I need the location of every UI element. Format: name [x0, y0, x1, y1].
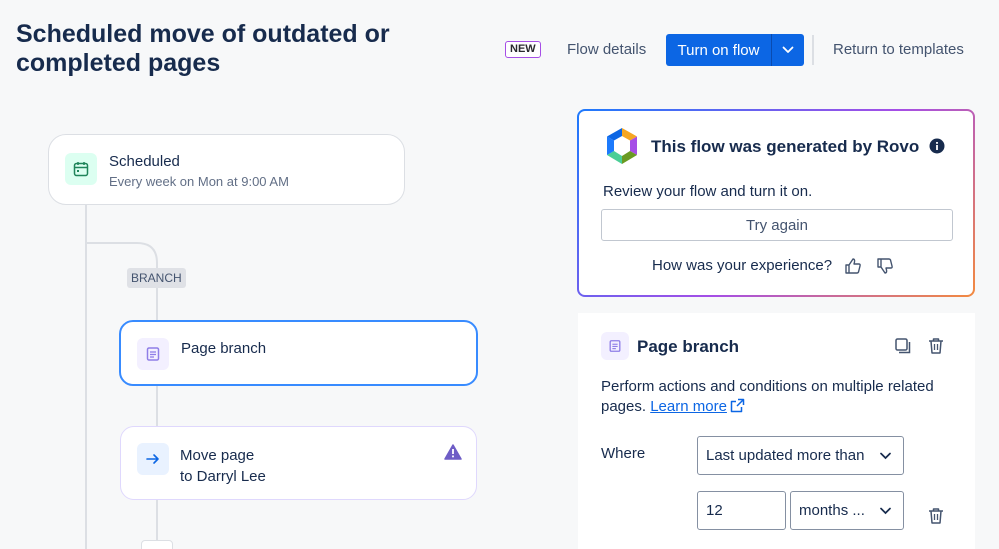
- turn-on-flow-split-button: Turn on flow: [666, 34, 804, 66]
- thumbs-up-icon[interactable]: [844, 257, 862, 275]
- connector-line: [156, 500, 158, 540]
- info-icon[interactable]: [929, 138, 945, 154]
- condition-select[interactable]: Last updated more than: [697, 436, 904, 475]
- rovo-title: This flow was generated by Rovo: [651, 137, 920, 156]
- move-page-line1: Move page: [180, 447, 255, 464]
- condition-value: Last updated more than: [706, 447, 865, 464]
- duplicate-icon[interactable]: [894, 337, 912, 355]
- move-page-line2: to Darryl Lee: [180, 468, 266, 485]
- config-title: Page branch: [637, 337, 740, 356]
- config-description: Perform actions and conditions on multip…: [601, 377, 951, 417]
- return-to-templates-link[interactable]: Return to templates: [833, 41, 964, 58]
- page-branch-node[interactable]: Page branch: [119, 320, 478, 386]
- learn-more-link[interactable]: Learn more: [650, 398, 727, 415]
- arrow-right-icon: [137, 443, 169, 475]
- branch-label: BRANCH: [127, 268, 186, 288]
- add-step-node[interactable]: [141, 540, 173, 549]
- try-again-button[interactable]: Try again: [601, 209, 953, 241]
- chevron-down-icon: [880, 507, 891, 514]
- calendar-icon: [65, 153, 97, 185]
- new-badge: NEW: [505, 41, 541, 58]
- chevron-down-icon: [880, 452, 891, 459]
- trash-icon[interactable]: [928, 337, 944, 355]
- unit-value: months ...: [799, 502, 865, 519]
- header-divider: [812, 35, 814, 65]
- page-title: Scheduled move of outdated or completed …: [16, 20, 390, 77]
- rovo-logo-icon: [607, 128, 637, 164]
- page-branch-title: Page branch: [181, 340, 267, 357]
- amount-input[interactable]: 12: [697, 491, 786, 530]
- where-label: Where: [601, 445, 646, 462]
- rovo-panel: This flow was generated by Rovo Review y…: [577, 109, 975, 297]
- page-icon: [601, 332, 629, 360]
- page-branch-config-panel: Page branch Perform actions and conditio…: [578, 313, 975, 549]
- unit-select[interactable]: months ...: [790, 491, 904, 530]
- warning-icon: [444, 444, 462, 460]
- connector-line: [156, 288, 158, 320]
- trigger-subtitle: Every week on Mon at 9:00 AM: [109, 174, 289, 189]
- thumbs-down-icon[interactable]: [876, 257, 894, 275]
- remove-condition-trash-icon[interactable]: [928, 507, 944, 525]
- move-page-title: Move page to Darryl Lee: [180, 445, 266, 487]
- turn-on-flow-button[interactable]: Turn on flow: [666, 34, 772, 66]
- experience-question: How was your experience?: [652, 257, 833, 274]
- rovo-instructions: Review your flow and turn it on.: [603, 183, 813, 200]
- turn-on-options-button[interactable]: [772, 34, 804, 66]
- external-link-icon[interactable]: [730, 398, 745, 413]
- trigger-node[interactable]: Scheduled Every week on Mon at 9:00 AM: [48, 134, 405, 205]
- move-page-node[interactable]: Move page to Darryl Lee: [120, 426, 477, 500]
- flow-details-link[interactable]: Flow details: [567, 41, 646, 58]
- amount-value: 12: [706, 502, 723, 519]
- trigger-title: Scheduled: [109, 153, 180, 170]
- chevron-down-icon: [782, 46, 794, 53]
- page-icon: [137, 338, 169, 370]
- connector-line: [156, 386, 158, 426]
